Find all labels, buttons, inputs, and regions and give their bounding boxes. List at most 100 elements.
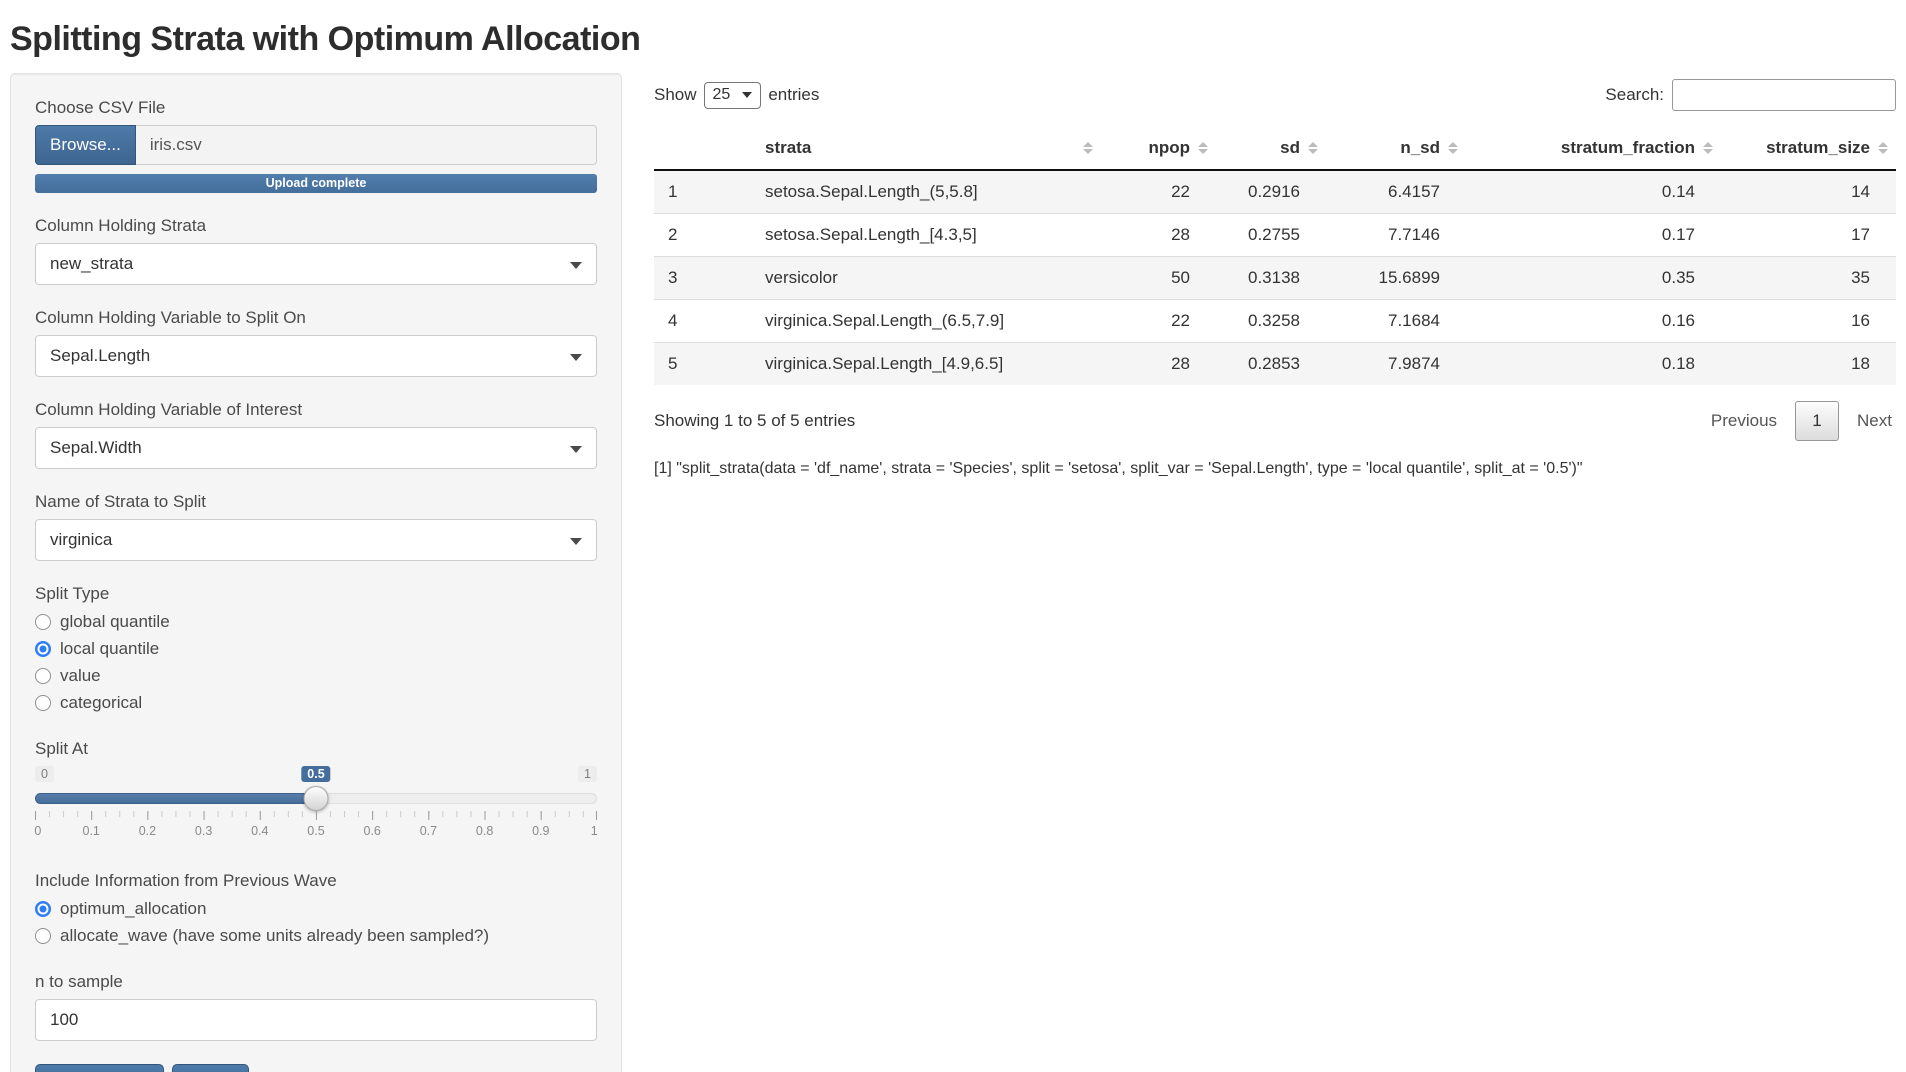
slider-handle[interactable]	[304, 786, 329, 811]
select-value: Sepal.Width	[50, 438, 142, 457]
app-page: Splitting Strata with Optimum Allocation…	[0, 0, 1906, 1072]
table-row: 3 versicolor 50 0.3138 15.6899 0.35 35	[654, 257, 1896, 300]
page-1-button[interactable]: 1	[1795, 401, 1839, 441]
sidebar-panel: Choose CSV File Browse... iris.csv Uploa…	[10, 73, 622, 1072]
sort-icon	[1703, 142, 1713, 154]
select-value: Sepal.Length	[50, 346, 150, 365]
cell-strata: virginica.Sepal.Length_(6.5,7.9]	[710, 300, 1101, 343]
cell-n-sd: 7.1684	[1326, 300, 1466, 343]
search-input[interactable]	[1672, 79, 1896, 111]
cell-sd: 0.3258	[1216, 300, 1326, 343]
column-header-index	[654, 127, 710, 170]
split-type-group: Split Type global quantile local quantil…	[35, 584, 597, 716]
cell-n-sd: 7.9874	[1326, 343, 1466, 386]
page-length-select[interactable]: 25	[704, 82, 762, 109]
cell-npop: 28	[1101, 214, 1216, 257]
cell-stratum-fraction: 0.14	[1466, 170, 1721, 214]
slider-value-label: 0.5	[301, 766, 330, 782]
radio-option-label: optimum_allocation	[60, 899, 206, 919]
search-control: Search:	[1605, 79, 1896, 111]
pagination: Previous 1 Next	[1707, 401, 1896, 441]
radio-option-label: value	[60, 666, 101, 686]
slider-tick-label: 0.3	[195, 824, 212, 838]
browse-button[interactable]: Browse...	[35, 125, 136, 165]
cell-n-sd: 7.7146	[1326, 214, 1466, 257]
select-input[interactable]: new_strata	[35, 243, 597, 285]
sort-icon	[1878, 142, 1888, 154]
console-output: [1] "split_strata(data = 'df_name', stra…	[654, 460, 1896, 478]
cell-index: 2	[654, 214, 710, 257]
select-value: new_strata	[50, 254, 133, 273]
column-header-npop[interactable]: npop	[1101, 127, 1216, 170]
filename-field[interactable]: iris.csv	[136, 125, 597, 165]
n-to-sample-input[interactable]	[35, 999, 597, 1041]
radio-option-label: categorical	[60, 693, 142, 713]
select-label: Column Holding Variable to Split On	[35, 308, 597, 328]
radio-option[interactable]: categorical	[35, 689, 597, 716]
column-header-n-sd[interactable]: n_sd	[1326, 127, 1466, 170]
slider-tick-label: 0.2	[139, 824, 156, 838]
table-info: Showing 1 to 5 of 5 entries	[654, 411, 855, 431]
cell-stratum-fraction: 0.35	[1466, 257, 1721, 300]
column-header-stratum-fraction[interactable]: stratum_fraction	[1466, 127, 1721, 170]
radio-icon	[35, 641, 51, 657]
cell-n-sd: 15.6899	[1326, 257, 1466, 300]
sort-icon	[1308, 142, 1318, 154]
radio-icon	[35, 614, 51, 630]
cell-stratum-fraction: 0.16	[1466, 300, 1721, 343]
select-group: Column Holding Variable to Split On Sepa…	[35, 308, 597, 377]
radio-icon	[35, 928, 51, 944]
cell-stratum-size: 17	[1721, 214, 1896, 257]
cell-index: 3	[654, 257, 710, 300]
cell-stratum-size: 35	[1721, 257, 1896, 300]
main-layout: Choose CSV File Browse... iris.csv Uploa…	[10, 73, 1896, 1072]
file-input-label: Choose CSV File	[35, 98, 597, 118]
split-type-options: global quantile local quantile value	[35, 608, 597, 716]
table-body: 1 setosa.Sepal.Length_(5,5.8] 22 0.2916 …	[654, 170, 1896, 385]
confirm-split-button[interactable]: Confirm Split	[35, 1064, 164, 1072]
select-input[interactable]: virginica	[35, 519, 597, 561]
file-input-group: Choose CSV File Browse... iris.csv Uploa…	[35, 98, 597, 193]
slider-grid	[35, 811, 597, 820]
radio-option[interactable]: optimum_allocation	[35, 895, 597, 922]
radio-option[interactable]: local quantile	[35, 635, 597, 662]
slider-tick-label: 0	[34, 824, 41, 838]
select-label: Name of Strata to Split	[35, 492, 597, 512]
cell-stratum-size: 16	[1721, 300, 1896, 343]
radio-option[interactable]: allocate_wave (have some units already b…	[35, 922, 597, 949]
radio-icon	[35, 695, 51, 711]
slider-tick-label: 0.9	[532, 824, 549, 838]
select-input[interactable]: Sepal.Width	[35, 427, 597, 469]
cell-stratum-fraction: 0.18	[1466, 343, 1721, 386]
sort-icon	[1198, 142, 1208, 154]
slider-min-label: 0	[35, 766, 54, 782]
chevron-down-icon	[570, 354, 582, 361]
column-header-strata[interactable]: strata	[710, 127, 1101, 170]
cell-strata: setosa.Sepal.Length_(5,5.8]	[710, 170, 1101, 214]
radio-icon	[35, 668, 51, 684]
column-header-stratum-size[interactable]: stratum_size	[1721, 127, 1896, 170]
next-page-button[interactable]: Next	[1853, 403, 1896, 439]
select-input[interactable]: Sepal.Length	[35, 335, 597, 377]
cell-stratum-fraction: 0.17	[1466, 214, 1721, 257]
slider-tick-label: 0.8	[476, 824, 493, 838]
chevron-down-icon	[570, 446, 582, 453]
table-row: 4 virginica.Sepal.Length_(6.5,7.9] 22 0.…	[654, 300, 1896, 343]
radio-option[interactable]: value	[35, 662, 597, 689]
results-panel: Show 25 entries Search:	[654, 73, 1896, 478]
sort-icon	[1083, 142, 1093, 154]
split-at-slider: 0 1 0.5 00.10.20.30.40.50.60.70.80.91	[35, 766, 597, 848]
radio-option[interactable]: global quantile	[35, 608, 597, 635]
slider-max-label: 1	[578, 766, 597, 782]
cell-npop: 50	[1101, 257, 1216, 300]
slider-tick-label: 0.7	[420, 824, 437, 838]
upload-progress: Upload complete	[35, 174, 597, 193]
reset-button[interactable]: Reset	[172, 1064, 248, 1072]
table-topbar: Show 25 entries Search:	[654, 79, 1896, 111]
column-header-sd[interactable]: sd	[1216, 127, 1326, 170]
previous-page-button[interactable]: Previous	[1707, 403, 1781, 439]
cell-index: 1	[654, 170, 710, 214]
cell-npop: 22	[1101, 300, 1216, 343]
split-at-label: Split At	[35, 739, 597, 759]
slider-tick-label: 0.5	[307, 824, 324, 838]
